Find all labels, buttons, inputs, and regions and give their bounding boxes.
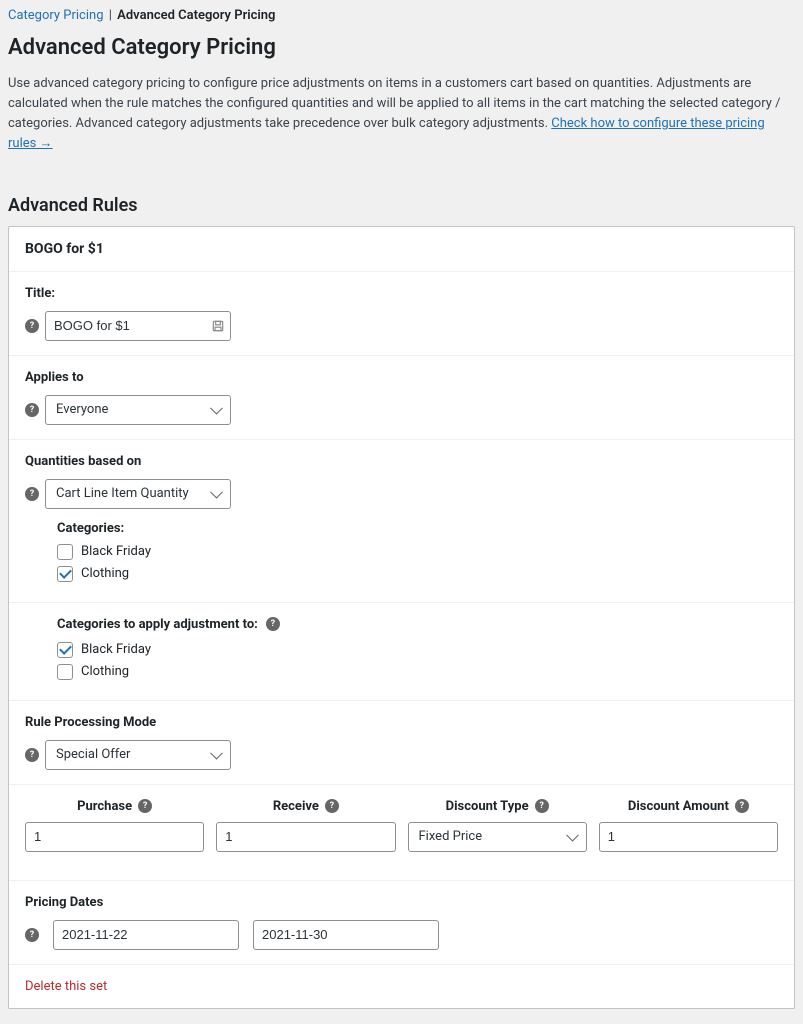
help-icon[interactable]: ?	[25, 487, 39, 501]
title-label: Title:	[25, 286, 778, 301]
help-icon[interactable]: ?	[25, 748, 39, 762]
category-label: Clothing	[81, 566, 129, 581]
quantities-section: Quantities based on ? Cart Line Item Qua…	[9, 439, 794, 602]
breadcrumb-link-category-pricing[interactable]: Category Pricing	[8, 8, 104, 23]
delete-set-link[interactable]: Delete this set	[9, 965, 123, 1008]
date-to-input[interactable]	[253, 920, 439, 950]
col-discount-amount: Discount Amount ?	[599, 799, 778, 814]
help-icon[interactable]: ?	[535, 799, 549, 813]
rules-heading: Advanced Rules	[8, 195, 795, 216]
discount-type-select[interactable]: Fixed Price	[408, 822, 587, 852]
help-icon[interactable]: ?	[735, 799, 749, 813]
mode-section: Rule Processing Mode ? Special Offer	[9, 700, 794, 784]
category-row: Black Friday	[57, 544, 778, 560]
col-discount-amount-label: Discount Amount	[628, 799, 729, 814]
apply-to-checkbox-clothing[interactable]	[57, 664, 73, 680]
help-icon[interactable]: ?	[25, 928, 39, 942]
categories-list: Black Friday Clothing	[57, 544, 778, 582]
breadcrumb-separator: |	[109, 8, 112, 23]
table-row: Fixed Price	[9, 822, 794, 866]
col-purchase: Purchase ?	[25, 799, 204, 814]
categories-label: Categories:	[57, 521, 778, 536]
dates-label: Pricing Dates	[25, 895, 778, 910]
apply-to-label-text: Black Friday	[81, 642, 151, 657]
dates-section: Pricing Dates ?	[9, 880, 794, 964]
apply-to-row: Black Friday	[57, 642, 778, 658]
quantities-label: Quantities based on	[25, 454, 778, 469]
help-icon[interactable]: ?	[266, 617, 280, 631]
discount-amount-input[interactable]	[599, 822, 778, 852]
delete-section: Delete this set	[9, 964, 794, 1008]
help-icon[interactable]: ?	[25, 319, 39, 333]
purchase-input[interactable]	[25, 822, 204, 852]
table-header: Purchase ? Receive ? Discount Type ? Dis…	[9, 799, 794, 814]
col-discount-type: Discount Type ?	[408, 799, 587, 814]
adjustment-table-section: Purchase ? Receive ? Discount Type ? Dis…	[9, 784, 794, 880]
apply-to-row: Clothing	[57, 664, 778, 680]
category-checkbox-clothing[interactable]	[57, 566, 73, 582]
apply-to-list: Black Friday Clothing	[57, 642, 778, 680]
date-from-input[interactable]	[53, 920, 239, 950]
page-title: Advanced Category Pricing	[8, 35, 795, 60]
col-purchase-label: Purchase	[77, 799, 132, 814]
help-icon[interactable]: ?	[25, 403, 39, 417]
applies-to-label: Applies to	[25, 370, 778, 385]
help-icon[interactable]: ?	[325, 799, 339, 813]
apply-to-section: Categories to apply adjustment to: ? Bla…	[9, 602, 794, 700]
col-receive-label: Receive	[273, 799, 319, 814]
applies-to-section: Applies to ? Everyone	[9, 355, 794, 439]
category-checkbox-black-friday[interactable]	[57, 544, 73, 560]
help-icon[interactable]: ?	[138, 799, 152, 813]
mode-label: Rule Processing Mode	[25, 715, 778, 730]
col-receive: Receive ?	[216, 799, 395, 814]
apply-to-label: Categories to apply adjustment to:	[57, 617, 258, 632]
apply-to-label-text: Clothing	[81, 664, 129, 679]
category-row: Clothing	[57, 566, 778, 582]
rule-name-header: BOGO for $1	[9, 227, 794, 271]
quantities-select[interactable]: Cart Line Item Quantity	[45, 479, 231, 509]
breadcrumb-current: Advanced Category Pricing	[117, 8, 275, 23]
receive-input[interactable]	[216, 822, 395, 852]
title-input[interactable]	[45, 311, 231, 341]
intro-text: Use advanced category pricing to configu…	[8, 74, 795, 155]
title-section: Title: ?	[9, 271, 794, 355]
breadcrumb: Category Pricing | Advanced Category Pri…	[8, 8, 795, 23]
applies-to-select[interactable]: Everyone	[45, 395, 231, 425]
apply-to-checkbox-black-friday[interactable]	[57, 642, 73, 658]
col-discount-type-label: Discount Type	[446, 799, 529, 814]
mode-select[interactable]: Special Offer	[45, 740, 231, 770]
category-label: Black Friday	[81, 544, 151, 559]
rule-box: BOGO for $1 Title: ? Applies to ? Everyo…	[8, 226, 795, 1009]
